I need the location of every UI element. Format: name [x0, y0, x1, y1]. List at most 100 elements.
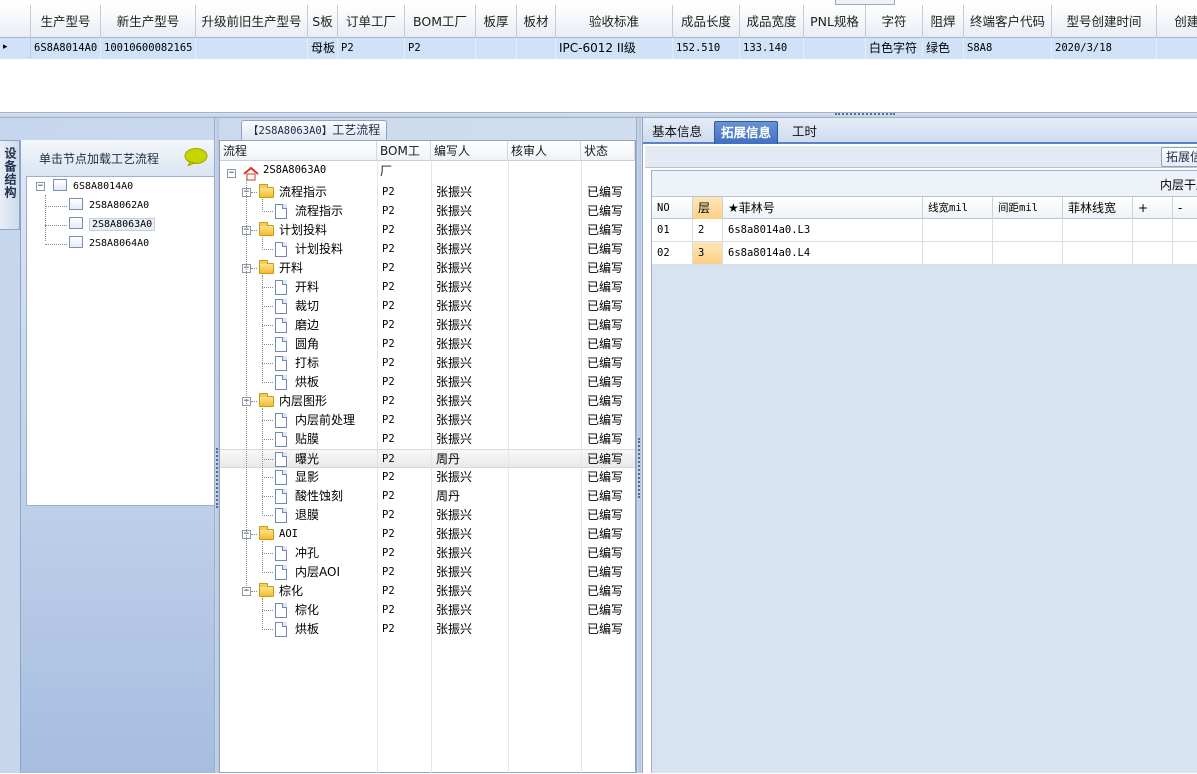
process-row[interactable]: 贴膜 P2 张振兴 已编写: [220, 430, 635, 449]
column-header[interactable]: 菲林线宽: [1063, 197, 1133, 219]
process-row[interactable]: 流程指示 P2 张振兴 已编写: [220, 202, 635, 221]
column-header[interactable]: 订单工厂: [338, 5, 405, 38]
tab-work-hours[interactable]: 工时: [786, 121, 823, 144]
film-cell[interactable]: [1133, 219, 1173, 241]
process-row[interactable]: 内层前处理 P2 张振兴 已编写: [220, 411, 635, 430]
column-header[interactable]: NO: [652, 197, 693, 219]
product-cell[interactable]: 133.140: [740, 38, 804, 59]
product-cell[interactable]: 绿色: [923, 38, 964, 59]
column-header[interactable]: S板: [308, 5, 338, 38]
product-cell[interactable]: 2020/3/18: [1052, 38, 1157, 59]
product-cell[interactable]: [196, 38, 308, 59]
process-row[interactable]: − 流程指示 P2 张振兴 已编写: [220, 183, 635, 202]
film-cell[interactable]: [993, 219, 1063, 241]
column-header[interactable]: 字符: [866, 5, 923, 38]
column-header[interactable]: PNL规格: [804, 5, 866, 38]
tab-extended-info[interactable]: 拓展信息: [714, 121, 779, 144]
process-row[interactable]: 棕化 P2 张振兴 已编写: [220, 601, 635, 620]
column-header[interactable]: -: [1173, 197, 1197, 219]
process-row[interactable]: 打标 P2 张振兴 已编写: [220, 354, 635, 373]
product-cell[interactable]: S8A8: [964, 38, 1052, 59]
column-header[interactable]: 阻焊: [923, 5, 964, 38]
column-header[interactable]: 流程: [220, 141, 377, 161]
column-header[interactable]: 验收标准: [556, 5, 673, 38]
tree-node[interactable]: 6S8A8014A0: [53, 178, 133, 196]
column-header[interactable]: 成品长度: [673, 5, 740, 38]
film-cell[interactable]: 6s8a8014a0.L3: [723, 219, 923, 241]
column-header[interactable]: 创建人: [1157, 5, 1197, 38]
column-header[interactable]: 板厚: [476, 5, 517, 38]
tree-node[interactable]: 2S8A8063A0: [69, 216, 156, 234]
product-grid-row[interactable]: 6S8A8014A0 10010600082165 母板 P2 P2 IPC-6012 I…: [0, 38, 1197, 59]
column-header[interactable]: ★菲林号: [723, 197, 923, 219]
process-row[interactable]: 冲孔 P2 张振兴 已编写: [220, 544, 635, 563]
process-row[interactable]: 内层AOI P2 张振兴 已编写: [220, 563, 635, 582]
column-header[interactable]: 成品宽度: [740, 5, 804, 38]
product-cell[interactable]: [1157, 38, 1197, 59]
process-row[interactable]: 酸性蚀刻 P2 周丹 已编写: [220, 487, 635, 506]
extended-info-button[interactable]: 拓展信息: [1161, 147, 1197, 167]
film-cell[interactable]: 01: [652, 219, 693, 241]
film-cell[interactable]: 2: [693, 219, 723, 241]
column-header[interactable]: BOM工厂: [377, 141, 431, 178]
tree-node[interactable]: 2S8A8062A0: [69, 197, 149, 215]
process-row[interactable]: 烘板 P2 张振兴 已编写: [220, 620, 635, 639]
product-cell[interactable]: 母板: [308, 38, 338, 59]
column-header[interactable]: 型号创建时间: [1052, 5, 1157, 38]
tree-node[interactable]: 2S8A8064A0: [69, 235, 149, 253]
process-row[interactable]: 圆角 P2 张振兴 已编写: [220, 335, 635, 354]
process-row[interactable]: − 计划投料 P2 张振兴 已编写: [220, 221, 635, 240]
process-row[interactable]: − 棕化 P2 张振兴 已编写: [220, 582, 635, 601]
product-cell[interactable]: 白色字符: [866, 38, 923, 59]
product-cell[interactable]: P2: [405, 38, 476, 59]
film-cell[interactable]: 6s8a8014a0.L4: [723, 242, 923, 264]
process-row[interactable]: − 内层图形 P2 张振兴 已编写: [220, 392, 635, 411]
column-header[interactable]: 生产型号: [31, 5, 101, 38]
process-row[interactable]: − 开料 P2 张振兴 已编写: [220, 259, 635, 278]
column-header[interactable]: 核审人: [508, 141, 581, 161]
product-cell[interactable]: [476, 38, 517, 59]
tab-basic-info[interactable]: 基本信息: [646, 121, 708, 144]
film-cell[interactable]: [1063, 219, 1133, 241]
product-cell[interactable]: 6S8A8014A0: [31, 38, 101, 59]
process-row[interactable]: 曝光 P2 周丹 已编写: [220, 449, 635, 468]
side-tab-device-structure[interactable]: 设备结构: [0, 140, 20, 230]
film-cell[interactable]: [923, 242, 993, 264]
product-cell[interactable]: 10010600082165: [101, 38, 196, 59]
tab-process-flow[interactable]: 【2S8A8063A0】工艺流程: [241, 120, 388, 140]
column-header[interactable]: 状态: [581, 141, 635, 161]
column-header[interactable]: 层: [693, 197, 723, 219]
process-row[interactable]: 裁切 P2 张振兴 已编写: [220, 297, 635, 316]
film-cell[interactable]: [1173, 219, 1197, 241]
film-row[interactable]: 01 2 6s8a8014a0.L3: [652, 219, 1197, 242]
column-header[interactable]: 编写人: [431, 141, 508, 161]
process-row[interactable]: 显影 P2 张振兴 已编写: [220, 468, 635, 487]
film-cell[interactable]: [1133, 242, 1173, 264]
product-cell[interactable]: [804, 38, 866, 59]
film-cell[interactable]: 02: [652, 242, 693, 264]
process-row[interactable]: 磨边 P2 张振兴 已编写: [220, 316, 635, 335]
film-cell[interactable]: [1063, 242, 1133, 264]
column-header[interactable]: +: [1133, 197, 1173, 219]
product-cell[interactable]: 152.510: [673, 38, 740, 59]
column-header[interactable]: 板材: [517, 5, 556, 38]
film-cell[interactable]: [1173, 242, 1197, 264]
process-row[interactable]: 烘板 P2 张振兴 已编写: [220, 373, 635, 392]
column-header[interactable]: 间距mil: [993, 197, 1063, 219]
collapse-toggle-icon[interactable]: −: [227, 169, 236, 178]
right-splitter[interactable]: [636, 118, 641, 773]
process-row[interactable]: 退膜 P2 张振兴 已编写: [220, 506, 635, 525]
process-row[interactable]: 开料 P2 张振兴 已编写: [220, 278, 635, 297]
column-header[interactable]: 线宽mil: [923, 197, 993, 219]
column-header[interactable]: 升级前旧生产型号: [196, 5, 308, 38]
root-node-label[interactable]: 2S8A8063A0: [263, 164, 326, 176]
film-row[interactable]: 02 3 6s8a8014a0.L4: [652, 242, 1197, 265]
process-row[interactable]: − AOI P2 张振兴 已编写: [220, 525, 635, 544]
product-cell[interactable]: P2: [338, 38, 405, 59]
collapse-toggle-icon[interactable]: −: [36, 182, 45, 191]
film-cell[interactable]: 3: [693, 242, 723, 264]
product-cell[interactable]: IPC-6012 II级: [556, 38, 673, 59]
column-header[interactable]: 终端客户代码: [964, 5, 1052, 38]
column-header[interactable]: 新生产型号: [101, 5, 196, 38]
film-cell[interactable]: [993, 242, 1063, 264]
